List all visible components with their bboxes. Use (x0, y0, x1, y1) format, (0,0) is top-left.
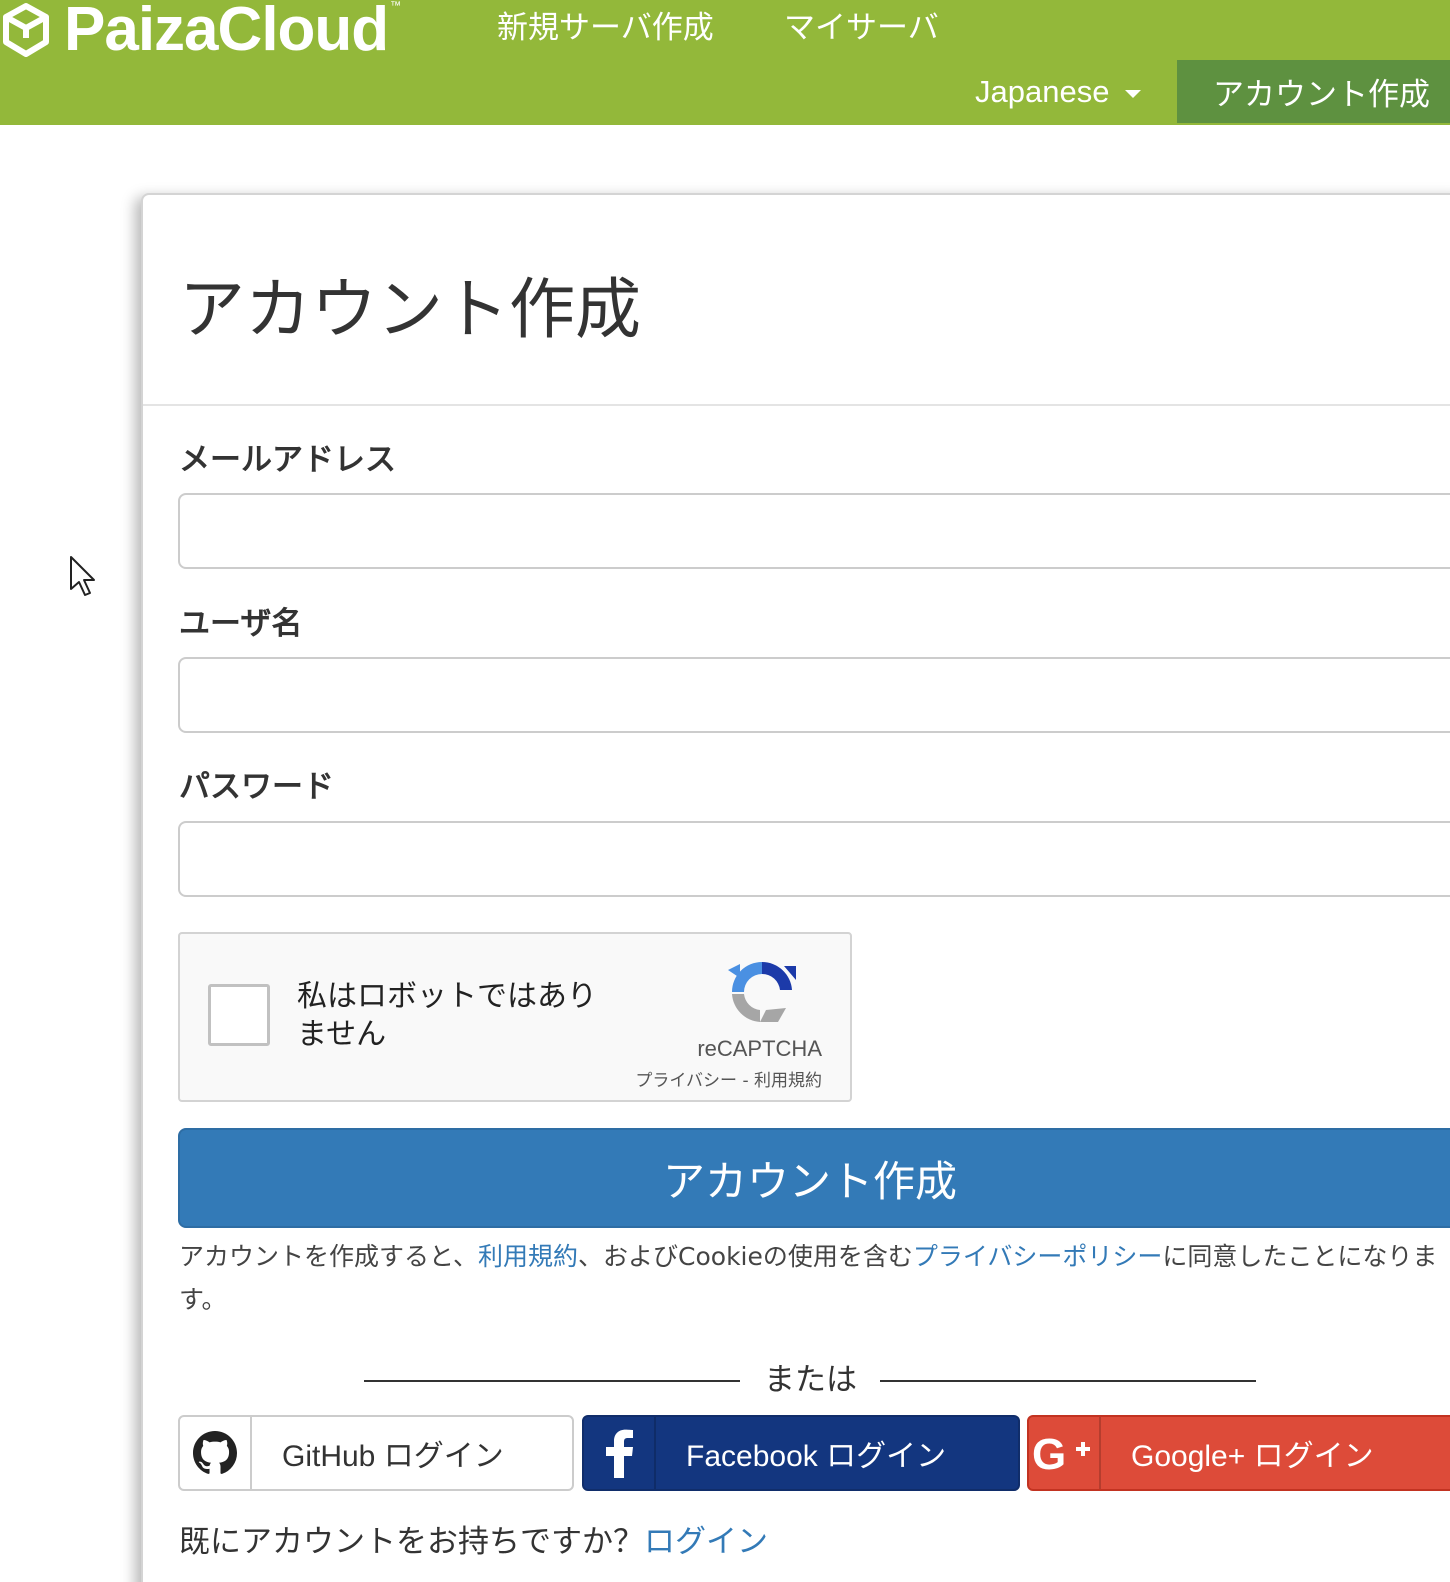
svg-text:G: G (1032, 1431, 1066, 1475)
navbar: PaizaCloud ™ 新規サーバ作成 マイサーバ Japanese アカウン… (0, 0, 1450, 125)
username-label: ユーザ名 (179, 606, 303, 642)
github-login-label: GitHub ログイン (282, 1440, 504, 1473)
recaptcha-privacy-link[interactable]: プライバシー (635, 1071, 737, 1091)
brand-logo[interactable]: PaizaCloud ™ (2, 0, 402, 64)
create-account-button[interactable]: アカウント作成 (178, 1128, 1450, 1228)
recaptcha-logo-icon (728, 961, 796, 1022)
password-label: パスワード (179, 769, 334, 805)
recaptcha-label-line1: 私はロボットではあり (297, 979, 597, 1014)
recaptcha-terms-link[interactable]: 利用規約 (754, 1071, 822, 1091)
recaptcha-checkbox[interactable] (208, 984, 270, 1046)
page-title: アカウント作成 (179, 271, 641, 348)
terms-notice: アカウントを作成すると、利用規約、およびCookieの使用を含むプライバシーポリ… (179, 1235, 1449, 1321)
facebook-login-label: Facebook ログイン (686, 1440, 947, 1473)
privacy-policy-link[interactable]: プライバシーポリシー (913, 1242, 1163, 1271)
facebook-icon (584, 1417, 656, 1489)
recaptcha-widget: 私はロボットではあり ません reCAPTCHA プライバシー - 利用規約 (178, 932, 852, 1102)
language-dropdown[interactable]: Japanese (975, 72, 1142, 112)
github-icon (180, 1417, 252, 1489)
panel-heading: アカウント作成 (143, 195, 1450, 406)
email-label: メールアドレス (179, 442, 396, 478)
or-divider: または (364, 1360, 1258, 1400)
brand-trademark: ™ (390, 0, 402, 12)
nav-my-server[interactable]: マイサーバ (784, 8, 939, 48)
recaptcha-label-line2: ません (297, 1017, 387, 1052)
terms-middle: 、およびCookieの使用を含む (578, 1242, 913, 1271)
google-login-button[interactable]: G Google+ ログイン (1027, 1415, 1450, 1491)
google-plus-icon: G (1029, 1417, 1101, 1489)
brand-name: PaizaCloud (64, 0, 389, 64)
recaptcha-separator: - (737, 1071, 754, 1091)
login-link[interactable]: ログイン (644, 1524, 768, 1560)
recaptcha-links: プライバシー - 利用規約 (635, 1066, 822, 1091)
cube-logo-icon (3, 3, 49, 57)
username-input[interactable] (178, 657, 1450, 733)
facebook-login-button[interactable]: Facebook ログイン (582, 1415, 1020, 1491)
existing-account-line: 既にアカウントをお持ちですか？ログイン (179, 1520, 768, 1564)
divider-line-right (880, 1380, 1256, 1382)
email-input[interactable] (178, 493, 1450, 569)
recaptcha-brand: reCAPTCHA (697, 1036, 822, 1061)
github-login-button[interactable]: GitHub ログイン (178, 1415, 574, 1491)
divider-text: または (764, 1362, 857, 1398)
password-input[interactable] (178, 821, 1450, 897)
mouse-cursor-icon (70, 556, 95, 596)
recaptcha-label: 私はロボットではあり ません (297, 978, 627, 1054)
terms-link[interactable]: 利用規約 (478, 1242, 578, 1271)
divider-line-left (364, 1380, 740, 1382)
signup-panel: アカウント作成 メールアドレス ユーザ名 パスワード 私はロボットではあり ませ… (141, 193, 1450, 1582)
google-login-label: Google+ ログイン (1131, 1440, 1374, 1473)
nav-create-account[interactable]: アカウント作成 (1177, 60, 1450, 123)
nav-new-server[interactable]: 新規サーバ作成 (497, 8, 714, 48)
caret-down-icon (1125, 90, 1142, 98)
language-label: Japanese (975, 74, 1110, 109)
terms-prefix: アカウントを作成すると、 (179, 1242, 479, 1271)
existing-account-question: 既にアカウントをお持ちですか？ (179, 1524, 644, 1560)
